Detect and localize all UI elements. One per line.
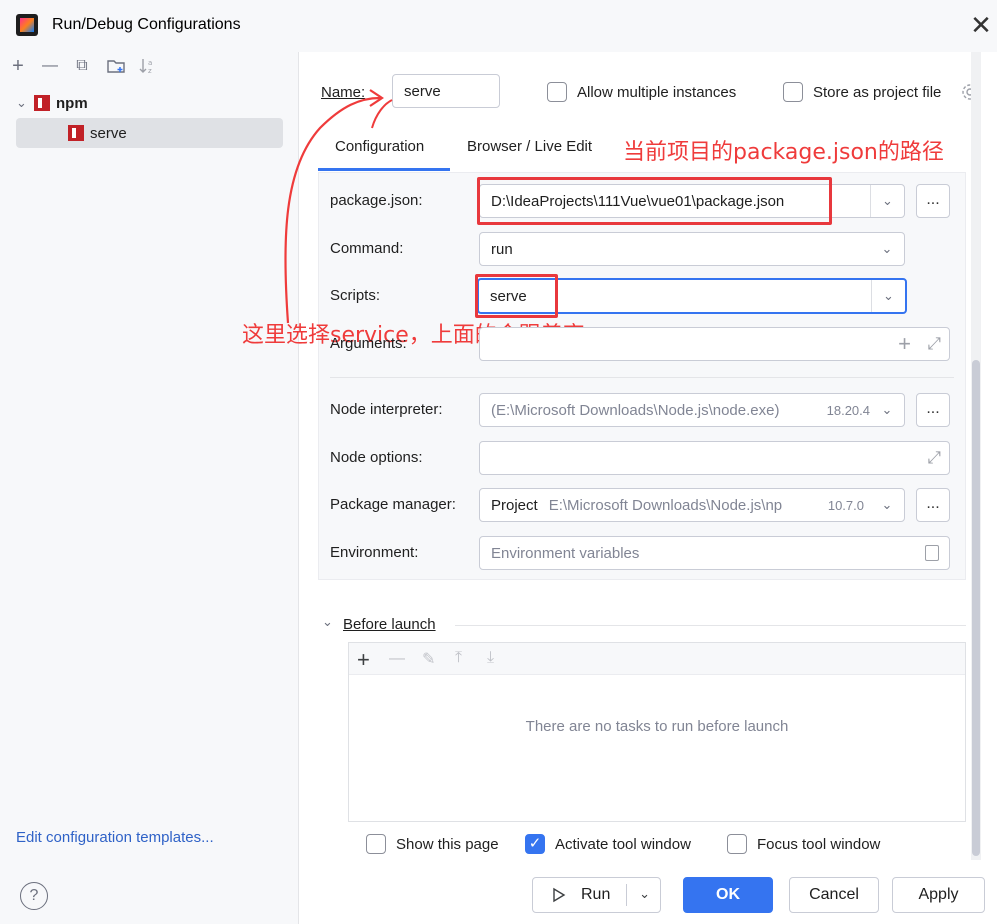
npm-icon [68, 125, 84, 141]
divider [455, 625, 966, 626]
arguments-input[interactable]: + ⤢ [479, 327, 950, 361]
focus-tool-checkbox[interactable] [727, 834, 747, 854]
activate-tool-checkbox[interactable]: ✓ [525, 834, 545, 854]
help-icon[interactable]: ? [20, 882, 48, 910]
package-manager-version: 10.7.0 [827, 497, 864, 513]
add-icon[interactable]: + [357, 647, 370, 673]
divider [626, 884, 627, 906]
remove-icon[interactable]: — [40, 56, 60, 76]
allow-multiple-checkbox[interactable] [547, 82, 567, 102]
add-icon[interactable]: + [8, 56, 28, 76]
tree-group-npm[interactable]: ⌄ npm [16, 88, 284, 118]
package-manager-combobox[interactable]: Project E:\Microsoft Downloads\Node.js\n… [479, 488, 905, 522]
tab-browser-live-edit[interactable]: Browser / Live Edit [467, 128, 592, 172]
node-interpreter-browse-button[interactable]: ... [916, 393, 950, 427]
run-button[interactable]: Run ⌄ [532, 877, 661, 913]
svg-text:z: z [148, 67, 152, 75]
move-down-icon: ⤓ [487, 649, 495, 666]
scrollbar-thumb[interactable] [972, 360, 980, 856]
node-interpreter-combobox[interactable]: (E:\Microsoft Downloads\Node.js\node.exe… [479, 393, 905, 427]
scripts-highlight [475, 274, 558, 318]
move-up-icon: ⤒ [455, 649, 463, 666]
new-folder-icon[interactable] [106, 56, 126, 76]
package-json-highlight [477, 177, 832, 225]
copy-icon[interactable]: ⧉ [72, 56, 92, 76]
edit-templates-link[interactable]: Edit configuration templates... [16, 829, 214, 846]
expand-icon[interactable]: ⤢ [927, 334, 941, 354]
svg-text:a: a [148, 59, 152, 67]
package-manager-name: Project [491, 496, 538, 514]
name-input[interactable]: serve [392, 74, 500, 108]
package-path-annotation: 当前项目的package.json的路径 [623, 140, 944, 165]
package-json-browse-button[interactable]: ... [916, 184, 950, 218]
node-version: 18.20.4 [826, 402, 870, 418]
chevron-down-icon[interactable]: ⌄ [870, 233, 904, 265]
annotation-arrow [284, 89, 393, 324]
node-options-input[interactable]: ⤢ [479, 441, 950, 475]
remove-icon: — [389, 650, 405, 667]
environment-input[interactable]: Environment variables [479, 536, 950, 570]
npm-icon [34, 95, 50, 111]
run-icon [553, 887, 566, 903]
tree-item-serve[interactable]: serve [16, 118, 283, 148]
package-manager-browse-button[interactable]: ... [916, 488, 950, 522]
chevron-down-icon[interactable]: ⌄ [639, 886, 650, 902]
show-page-checkbox[interactable] [366, 834, 386, 854]
allow-multiple-label: Allow multiple instances [577, 84, 737, 101]
list-icon[interactable] [925, 545, 939, 561]
store-as-file-label: Store as project file [813, 84, 942, 101]
chevron-down-icon[interactable]: ⌄ [322, 614, 333, 630]
package-manager-path: E:\Microsoft Downloads\Node.js\np [548, 496, 783, 514]
before-launch-toolbar [349, 643, 965, 675]
command-combobox[interactable]: run ⌄ [479, 232, 905, 266]
plus-icon[interactable]: + [898, 331, 911, 357]
before-launch-empty-text: There are no tasks to run before launch [525, 718, 789, 735]
divider [330, 377, 954, 378]
before-launch-title[interactable]: Before launch [343, 616, 436, 633]
environment-label: Environment: [330, 544, 419, 561]
store-as-file-checkbox[interactable] [783, 82, 803, 102]
activate-tool-label: Activate tool window [555, 836, 691, 853]
environment-placeholder: Environment variables [491, 544, 640, 562]
node-interpreter-label: Node interpreter: [330, 401, 443, 418]
node-interpreter-value: (E:\Microsoft Downloads\Node.js\node.exe… [491, 401, 780, 419]
package-manager-label: Package manager: [330, 496, 456, 513]
chevron-down-icon[interactable]: ⌄ [870, 185, 904, 217]
chevron-down-icon[interactable]: ⌄ [870, 394, 904, 426]
tree-group-label: npm [56, 94, 88, 112]
run-label: Run [581, 886, 611, 903]
focus-tool-label: Focus tool window [757, 836, 881, 853]
apply-button[interactable]: Apply [892, 877, 985, 913]
chevron-down-icon[interactable]: ⌄ [871, 280, 905, 312]
window-title: Run/Debug Configurations [52, 16, 241, 33]
show-page-label: Show this page [396, 836, 499, 853]
intellij-logo-icon [16, 14, 38, 36]
node-options-label: Node options: [330, 449, 423, 466]
sort-icon[interactable]: az [138, 56, 158, 76]
close-icon[interactable]: ✕ [966, 11, 996, 41]
command-value: run [491, 240, 513, 258]
cancel-button[interactable]: Cancel [789, 877, 879, 913]
ok-button[interactable]: OK [683, 877, 773, 913]
chevron-down-icon[interactable]: ⌄ [16, 95, 34, 111]
chevron-down-icon[interactable]: ⌄ [870, 489, 904, 521]
edit-icon: ✎ [422, 651, 436, 668]
configurations-sidebar [0, 52, 299, 924]
expand-icon[interactable]: ⤢ [927, 448, 941, 468]
tree-item-label: serve [90, 124, 127, 142]
